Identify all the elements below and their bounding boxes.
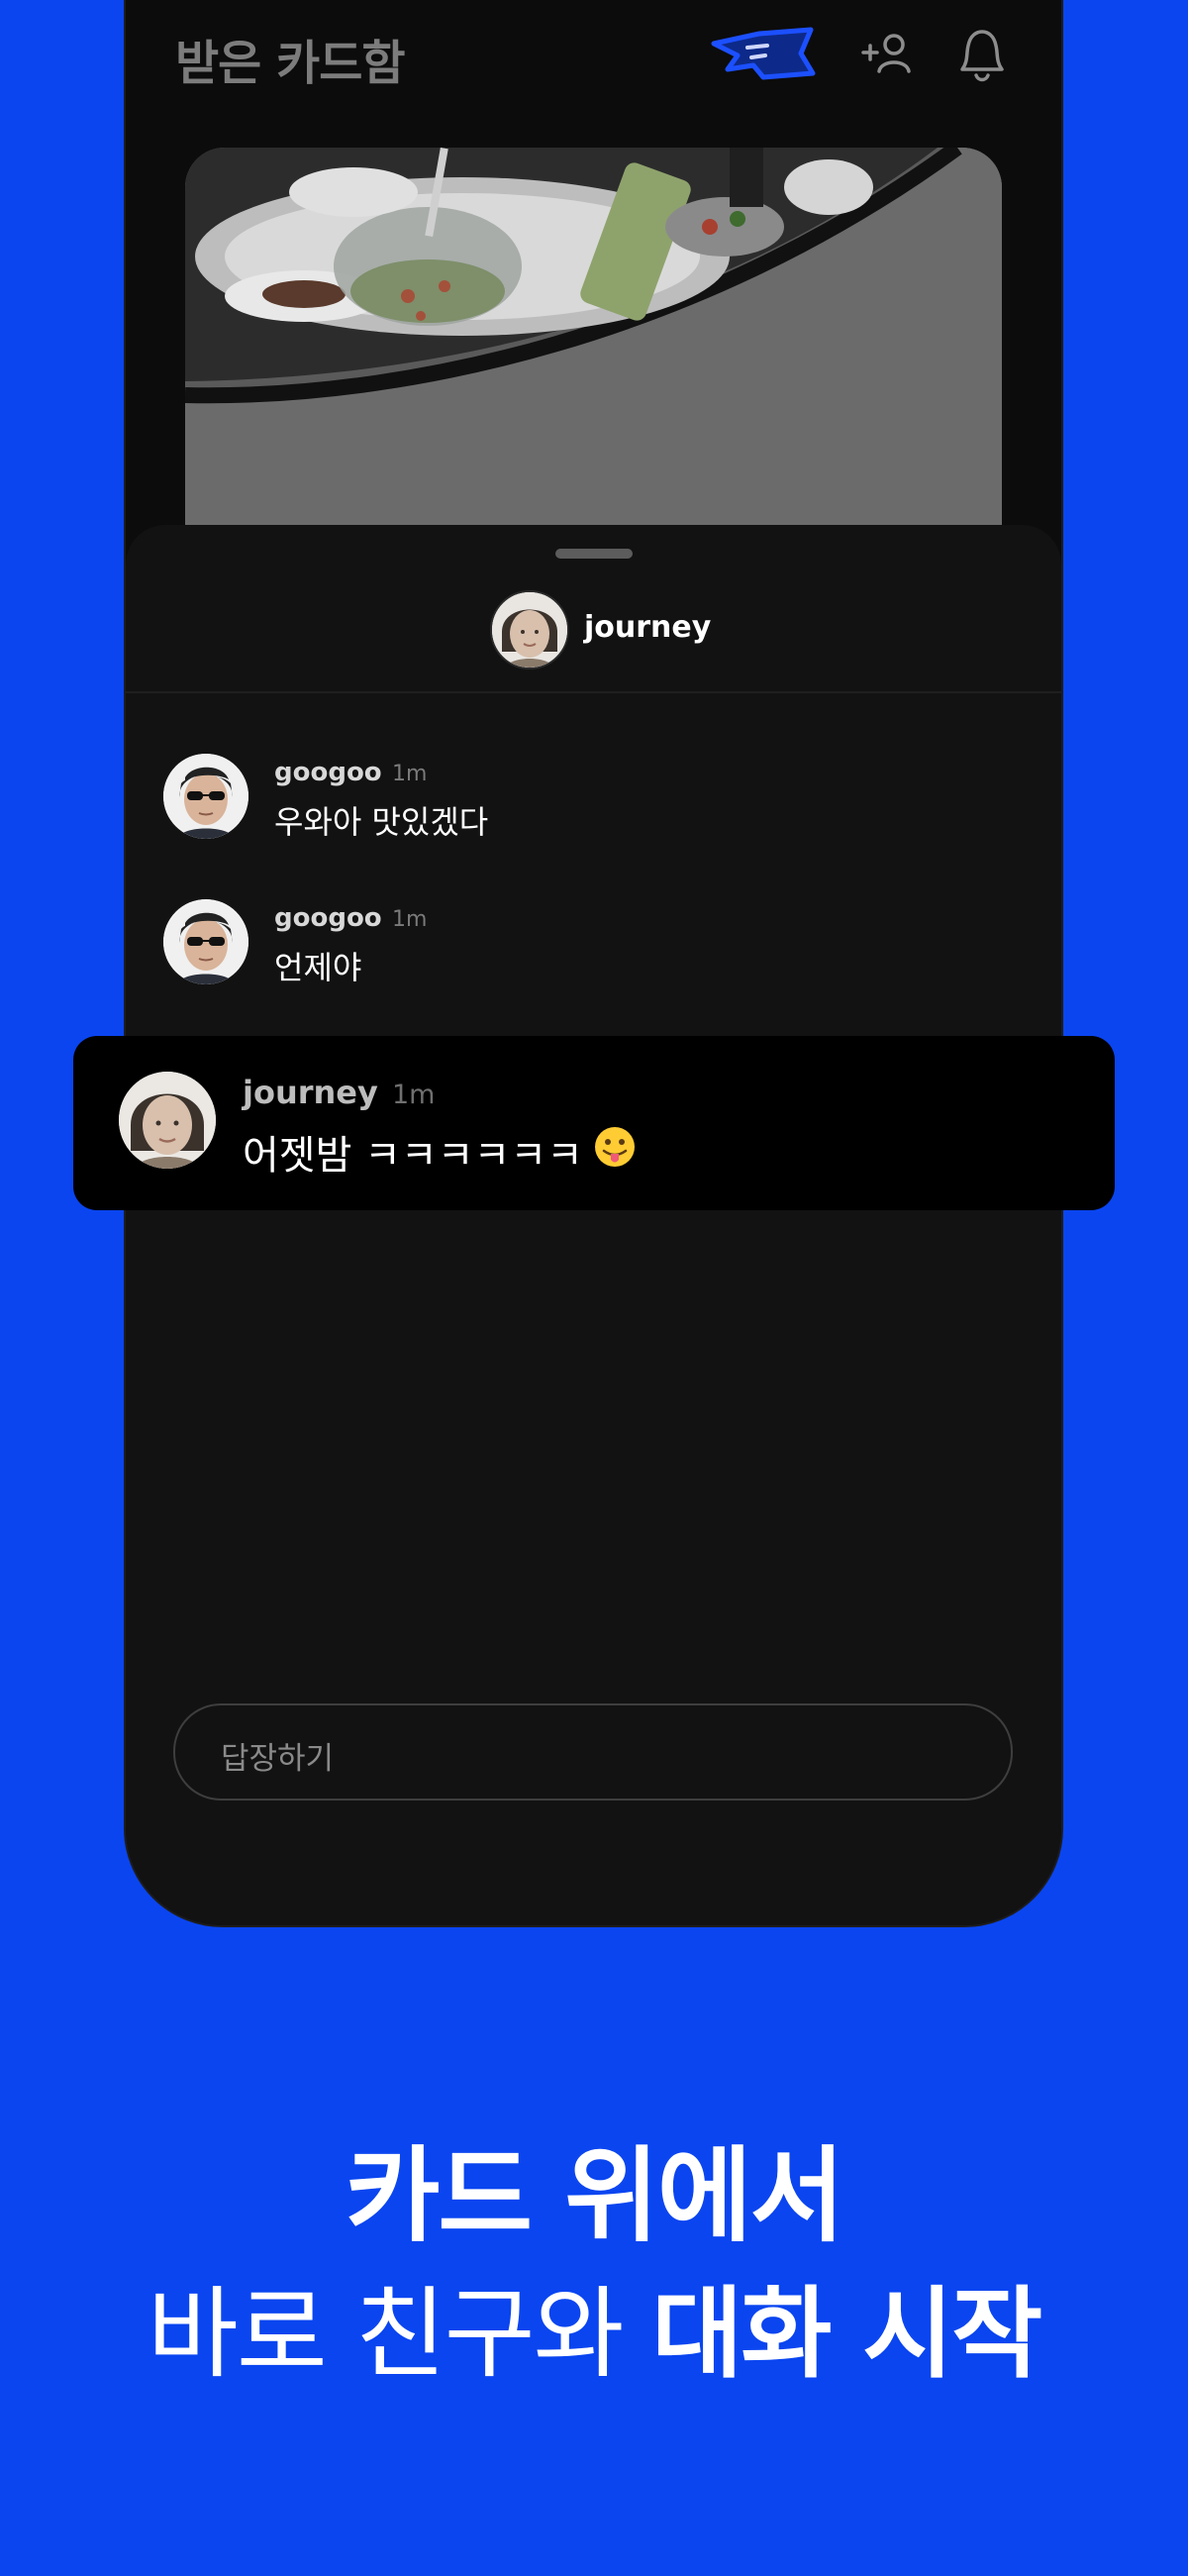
comment-username[interactable]: journey xyxy=(243,1074,378,1111)
food-photo-image xyxy=(185,148,1002,564)
bell-icon[interactable] xyxy=(952,22,1012,87)
top-bar: 받은 카드함 xyxy=(126,2,1061,101)
owner-name: journey xyxy=(584,610,712,645)
comment-text: 언제야 xyxy=(274,949,362,986)
list-item: googoo 1m 언제야 xyxy=(163,899,1005,998)
comment-sheet: journey googoo 1m 우와아 맛있겠다 googoo 1m 언제야… xyxy=(126,525,1061,1925)
divider xyxy=(126,691,1061,693)
add-friend-icon[interactable] xyxy=(860,28,914,81)
reply-placeholder: 답장하기 xyxy=(221,1741,335,1777)
avatar[interactable] xyxy=(490,590,569,670)
comment-text: 우와아 맛있겠다 xyxy=(274,803,489,841)
caption-line-2: 바로 친구와 대화 시작 xyxy=(0,2253,1188,2397)
comment-time: 1m xyxy=(392,762,428,786)
reply-input[interactable]: 답장하기 xyxy=(173,1703,1013,1801)
caption-line-2-bold: 대화 시작 xyxy=(651,2276,1042,2392)
avatar[interactable] xyxy=(163,754,248,839)
face-with-tongue-icon xyxy=(595,1127,635,1167)
journey-avatar-image xyxy=(119,1072,216,1169)
owner-avatar-image xyxy=(492,592,567,668)
caption-line-2-normal: 바로 친구와 xyxy=(147,2276,652,2392)
commenter-avatar-image xyxy=(163,899,248,984)
list-item: googoo 1m 우와아 맛있겠다 xyxy=(163,754,1005,853)
comment-text: 어젯밤 ㅋㅋㅋㅋㅋㅋ xyxy=(243,1133,583,1179)
highlighted-comment[interactable]: journey 1m 어젯밤 ㅋㅋㅋㅋㅋㅋ xyxy=(73,1036,1115,1210)
drag-handle[interactable] xyxy=(555,549,633,559)
comment-time: 1m xyxy=(392,907,428,932)
avatar[interactable] xyxy=(163,899,248,984)
phone-frame: 받은 카드함 20 xyxy=(124,0,1063,1927)
comment-time: 1m xyxy=(392,1080,436,1110)
comment-username[interactable]: googoo xyxy=(274,758,382,787)
page-title: 받은 카드함 xyxy=(175,36,406,91)
comment-username[interactable]: googoo xyxy=(274,903,382,933)
card-photo[interactable] xyxy=(185,148,1002,564)
caption-line-1: 카드 위에서 xyxy=(345,2135,845,2256)
sheet-header: journey xyxy=(126,590,1061,670)
logo-icon[interactable] xyxy=(708,24,819,85)
avatar[interactable] xyxy=(119,1072,216,1169)
commenter-avatar-image xyxy=(163,754,248,839)
